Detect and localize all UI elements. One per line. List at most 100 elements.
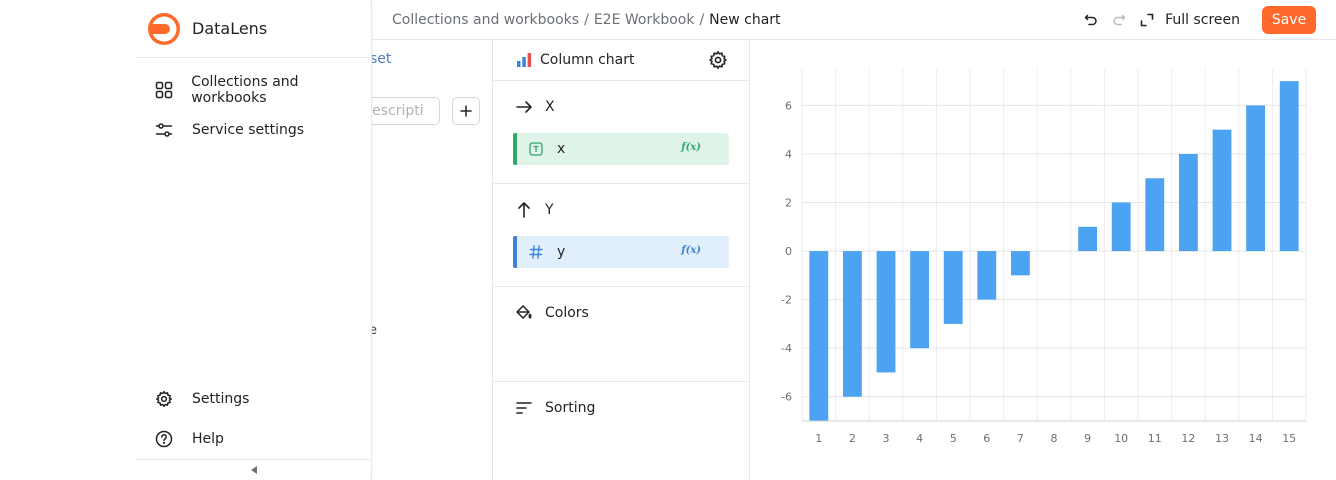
sidebar-item-collections[interactable]: Collections and workbooks (136, 70, 371, 110)
sidebar-collapse-button[interactable] (136, 459, 372, 480)
chart-bar (1111, 202, 1131, 252)
formula-icon[interactable]: f(x) (681, 142, 701, 153)
x-tick-label: 1 (815, 432, 822, 445)
x-tick-label: 14 (1249, 432, 1263, 445)
breadcrumb: Collections and workbooks / E2E Workbook… (392, 12, 781, 28)
chart-bar (1145, 178, 1165, 252)
undo-icon (1084, 14, 1097, 26)
paint-bucket-icon (516, 305, 532, 319)
x-axis-section: X x f(x) (493, 81, 749, 184)
measure-indicator (513, 236, 517, 268)
breadcrumb-separator: / (584, 11, 589, 28)
formula-icon[interactable]: f(x) (681, 245, 701, 256)
chart-settings-button[interactable] (708, 50, 728, 74)
brand-header[interactable]: DataLens (136, 0, 371, 58)
breadcrumb-current: New chart (709, 11, 781, 28)
text-type-icon (529, 142, 543, 156)
colors-section: Colors (493, 287, 749, 382)
redo-icon (1113, 14, 1126, 26)
arrow-right-icon (516, 101, 532, 113)
chart-bar (1246, 105, 1266, 252)
colors-header[interactable]: Colors (493, 287, 749, 339)
x-tick-label: 15 (1282, 432, 1296, 445)
x-axis-label: X (545, 99, 555, 115)
x-tick-label: 7 (1017, 432, 1024, 445)
chart-bar (977, 251, 997, 300)
visualization-panel: Column chart X x f(x) Y y f(x) Colors So… (493, 40, 750, 480)
x-tick-label: 6 (983, 432, 990, 445)
visualization-type-label: Column chart (540, 52, 635, 68)
fullscreen-button[interactable]: Full screen (1139, 12, 1240, 28)
sidebar-item-label: Settings (192, 391, 250, 407)
breadcrumb-workbook[interactable]: E2E Workbook (594, 12, 695, 28)
gear-icon (709, 51, 727, 69)
x-field-chip[interactable]: x f(x) (513, 133, 729, 165)
chart-bar (876, 251, 896, 373)
dataset-tab[interactable]: set (370, 51, 391, 67)
chart-bar (1010, 251, 1030, 276)
sidebar-item-help[interactable]: Help (136, 419, 372, 459)
chart-bar (1178, 153, 1198, 252)
undo-button[interactable] (1077, 6, 1105, 34)
y-tick-label: 6 (785, 99, 792, 112)
sidebar-nav: Collections and workbooks Service settin… (136, 58, 371, 150)
add-field-button[interactable] (452, 97, 480, 125)
chart-bar (1078, 226, 1098, 252)
chart-bar (910, 251, 930, 349)
y-tick-label: 0 (785, 245, 792, 258)
top-header: Collections and workbooks / E2E Workbook… (372, 0, 1336, 40)
header-actions: Full screen Save (1077, 6, 1316, 34)
fullscreen-icon (1140, 13, 1154, 27)
fullscreen-label: Full screen (1165, 12, 1240, 28)
colors-label: Colors (545, 305, 589, 321)
number-type-icon (529, 245, 543, 259)
x-tick-label: 5 (950, 432, 957, 445)
visualization-type-selector[interactable]: Column chart (493, 40, 749, 81)
chart-area: 6 4 2 0 -2 -4 -6 1 2 3 4 5 6 7 8 9 10 11 12 13 14 15 (751, 41, 1336, 480)
sidebar-item-settings[interactable]: Settings (136, 379, 372, 419)
gear-icon (154, 389, 174, 409)
dimension-indicator (513, 133, 517, 165)
plus-icon (460, 105, 472, 117)
x-tick-label: 2 (849, 432, 856, 445)
sorting-section: Sorting (493, 382, 749, 440)
sliders-icon (154, 120, 174, 140)
breadcrumb-collections[interactable]: Collections and workbooks (392, 12, 579, 28)
help-circle-icon (154, 429, 174, 449)
chart-bar (1279, 81, 1299, 252)
collapse-arrow-icon (251, 466, 257, 474)
y-tick-label: 4 (785, 148, 792, 161)
chart-bar (842, 251, 862, 397)
y-tick-label: -6 (781, 391, 792, 404)
column-chart: 6420-2-4-61 2 3 4 5 6 7 8 9 10 11 12 13 14 15 (781, 69, 1307, 445)
y-tick-label: -2 (781, 294, 792, 307)
y-axis-header: Y (493, 184, 749, 236)
grid-icon (154, 80, 173, 100)
x-axis-header: X (493, 81, 749, 133)
x-tick-label: 8 (1051, 432, 1058, 445)
sorting-label: Sorting (545, 400, 596, 416)
datalens-logo-icon (148, 12, 180, 45)
chart-bar (1212, 129, 1232, 252)
navigation-sidebar: DataLens Collections and workbooks Servi… (136, 0, 372, 480)
x-tick-label: 11 (1148, 432, 1162, 445)
arrow-up-icon (518, 202, 530, 218)
sidebar-item-service-settings[interactable]: Service settings (136, 110, 371, 150)
save-button[interactable]: Save (1262, 6, 1316, 34)
y-axis-section: Y y f(x) (493, 184, 749, 287)
y-field-chip[interactable]: y f(x) (513, 236, 729, 268)
sorting-header[interactable]: Sorting (493, 382, 749, 434)
page-margin (0, 0, 136, 480)
x-tick-label: 10 (1114, 432, 1128, 445)
breadcrumb-separator: / (699, 11, 705, 28)
app-name: DataLens (192, 19, 268, 38)
x-tick-label: 12 (1181, 432, 1195, 445)
x-field-name: x (557, 141, 566, 157)
x-tick-label: 4 (916, 432, 923, 445)
sort-icon (516, 402, 532, 414)
chart-bar (943, 251, 963, 324)
redo-button[interactable] (1105, 6, 1133, 34)
column-chart-icon (517, 53, 532, 67)
x-tick-label: 3 (883, 432, 890, 445)
sidebar-item-label: Service settings (192, 122, 305, 138)
